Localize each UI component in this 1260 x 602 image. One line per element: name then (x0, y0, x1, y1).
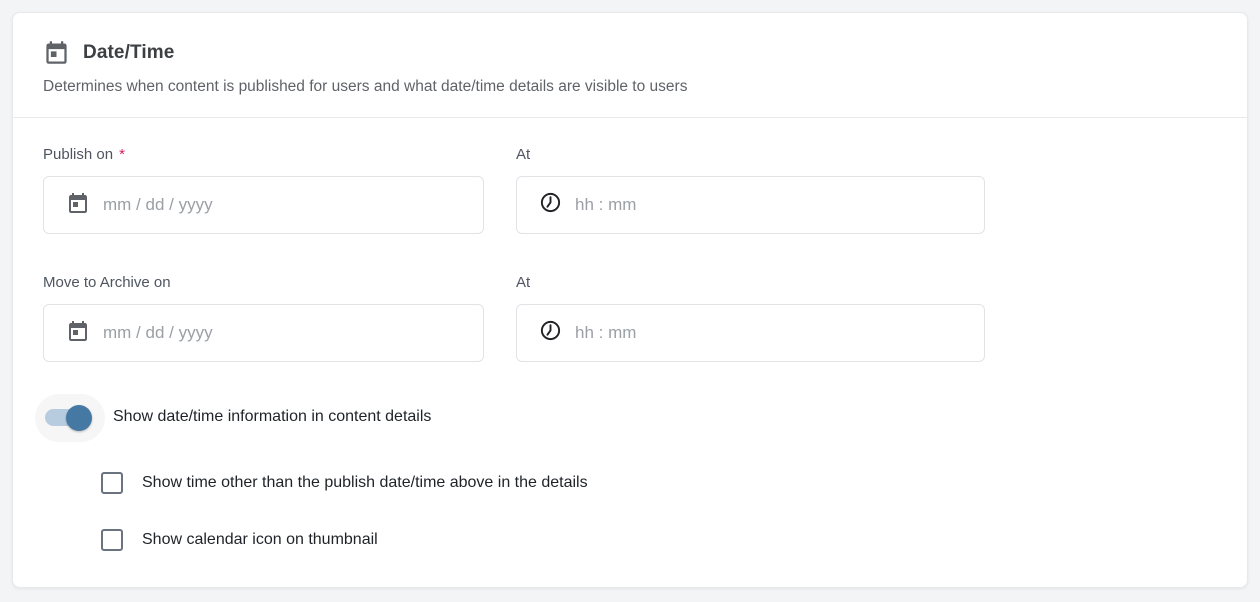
show-time-other-label: Show time other than the publish date/ti… (142, 474, 588, 492)
publish-on-label: Publish on* (43, 144, 484, 166)
archive-on-label: Move to Archive on (43, 272, 484, 294)
card-body: Publish on* At (13, 118, 1247, 551)
show-datetime-info-toggle[interactable] (43, 398, 105, 436)
required-asterisk: * (119, 146, 125, 163)
publish-time-field[interactable] (516, 176, 985, 234)
section-title: Date/Time (83, 42, 174, 64)
archive-time-field[interactable] (516, 304, 985, 362)
card-header: Date/Time Determines when content is pub… (13, 13, 1247, 96)
clock-icon[interactable] (539, 191, 562, 219)
archive-date-input[interactable] (103, 323, 469, 343)
toggle-knob (66, 405, 92, 431)
archive-at-label: At (516, 272, 985, 294)
archive-time-input[interactable] (575, 323, 970, 343)
calendar-icon (43, 39, 70, 66)
archive-date-field[interactable] (43, 304, 484, 362)
show-calendar-icon-checkbox[interactable] (101, 529, 123, 551)
publish-at-label: At (516, 144, 985, 166)
publish-date-field[interactable] (43, 176, 484, 234)
section-description: Determines when content is published for… (43, 78, 1217, 96)
publish-date-input[interactable] (103, 195, 469, 215)
clock-icon[interactable] (539, 319, 562, 347)
show-time-other-checkbox[interactable] (101, 472, 123, 494)
date-time-settings-card: Date/Time Determines when content is pub… (12, 12, 1248, 588)
publish-time-input[interactable] (575, 195, 970, 215)
show-calendar-icon-label: Show calendar icon on thumbnail (142, 531, 378, 549)
calendar-icon[interactable] (66, 319, 90, 348)
show-datetime-info-label: Show date/time information in content de… (113, 408, 431, 426)
calendar-icon[interactable] (66, 191, 90, 220)
